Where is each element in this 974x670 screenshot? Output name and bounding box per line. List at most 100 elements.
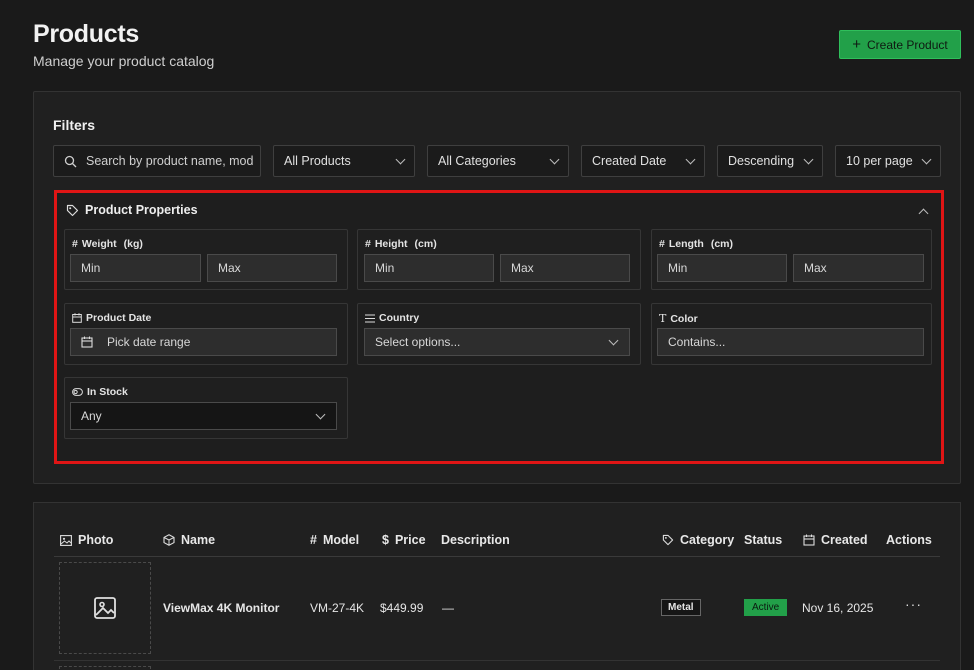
country-select[interactable]: Select options...	[364, 328, 630, 356]
calendar-icon	[81, 336, 93, 348]
sort-order-select[interactable]: Descending	[717, 145, 823, 177]
create-product-button[interactable]: + Create Product	[839, 30, 961, 59]
product-date-filter: Product Date Pick date range	[64, 303, 348, 365]
products-select[interactable]: All Products	[273, 145, 415, 177]
length-min-input[interactable]: Min	[657, 254, 787, 282]
chevron-down-icon	[921, 154, 932, 164]
weight-max-input[interactable]: Max	[207, 254, 337, 282]
image-icon	[60, 534, 72, 546]
column-name[interactable]: Name	[163, 533, 215, 547]
column-status-label: Status	[744, 533, 783, 547]
height-min-input[interactable]: Min	[364, 254, 494, 282]
sort-field-select[interactable]: Created Date	[581, 145, 705, 177]
column-price[interactable]: $ Price	[382, 533, 426, 547]
column-description[interactable]: Description	[441, 533, 510, 547]
toggle-icon	[72, 388, 83, 396]
product-photo-placeholder[interactable]	[59, 562, 151, 654]
plus-icon: +	[852, 36, 862, 53]
chevron-down-icon	[315, 409, 326, 419]
product-properties-title: Product Properties	[85, 203, 198, 217]
chevron-down-icon	[395, 154, 406, 164]
hash-icon: #	[659, 238, 665, 250]
filters-title: Filters	[53, 117, 96, 133]
product-name[interactable]: ViewMax 4K Monitor	[163, 601, 279, 615]
country-label-text: Country	[379, 312, 420, 324]
dollar-icon: $	[382, 533, 389, 547]
in-stock-value: Any	[81, 409, 102, 423]
per-page-value: 10 per page	[846, 154, 913, 168]
row-divider	[54, 660, 940, 661]
sort-order-value: Descending	[728, 154, 795, 168]
filters-panel: Filters Search by product name, mod All …	[33, 91, 961, 484]
product-created: Nov 16, 2025	[802, 601, 874, 615]
box-icon	[163, 534, 175, 546]
column-category-label: Category	[680, 533, 735, 547]
column-category[interactable]: Category	[662, 533, 734, 547]
calendar-icon	[803, 534, 815, 546]
sort-field-value: Created Date	[592, 154, 667, 168]
color-label-text: Color	[670, 312, 698, 325]
tag-icon	[662, 534, 674, 546]
chevron-up-icon[interactable]	[918, 208, 929, 219]
chevron-down-icon	[803, 154, 814, 164]
products-select-value: All Products	[284, 154, 351, 168]
product-date-label-text: Product Date	[86, 312, 152, 324]
weight-unit: (kg)	[123, 238, 143, 250]
more-actions-icon[interactable]: ···	[905, 596, 922, 612]
column-price-label: Price	[394, 533, 426, 547]
hash-icon: #	[72, 238, 78, 250]
column-name-label: Name	[181, 533, 216, 547]
country-filter: Country Select options...	[357, 303, 641, 365]
create-product-label: Create Product	[867, 37, 948, 52]
height-max-input[interactable]: Max	[500, 254, 630, 282]
color-label: T Color	[659, 312, 698, 325]
next-row-photo-placeholder[interactable]	[59, 666, 151, 670]
color-input[interactable]: Contains...	[657, 328, 924, 356]
height-label: # Height (cm)	[365, 238, 437, 250]
height-label-text: Height	[374, 238, 408, 250]
column-photo[interactable]: Photo	[60, 533, 113, 547]
hash-icon: #	[365, 238, 371, 250]
column-status[interactable]: Status	[744, 533, 782, 547]
weight-min-input[interactable]: Min	[70, 254, 201, 282]
search-icon	[64, 155, 77, 168]
length-label: # Length (cm)	[659, 238, 733, 250]
chevron-down-icon	[685, 154, 696, 164]
height-unit: (cm)	[414, 238, 437, 250]
page-subtitle: Manage your product catalog	[33, 53, 215, 69]
in-stock-select[interactable]: Any	[70, 402, 337, 430]
status-badge: Active	[744, 599, 788, 616]
weight-label-text: Weight	[81, 238, 117, 250]
country-label: Country	[365, 312, 419, 324]
column-model[interactable]: # Model	[310, 533, 359, 547]
length-filter: # Length (cm) Min Max	[651, 229, 932, 290]
categories-select-value: All Categories	[438, 154, 516, 168]
categories-select[interactable]: All Categories	[427, 145, 569, 177]
header-divider	[54, 556, 940, 557]
length-unit: (cm)	[710, 238, 734, 250]
date-range-picker[interactable]: Pick date range	[70, 328, 337, 356]
color-filter: T Color Contains...	[651, 303, 932, 365]
weight-filter: # Weight (kg) Min Max	[64, 229, 348, 290]
image-icon	[94, 597, 116, 619]
product-properties-section: Product Properties # Weight (kg) Min Max…	[54, 190, 944, 464]
column-created[interactable]: Created	[803, 533, 868, 547]
text-icon: T	[659, 312, 667, 325]
tag-icon	[66, 204, 79, 217]
in-stock-label: In Stock	[72, 386, 128, 398]
calendar-icon	[72, 313, 82, 323]
chevron-down-icon	[608, 335, 619, 345]
list-icon	[365, 314, 375, 323]
in-stock-label-text: In Stock	[87, 386, 128, 398]
length-max-input[interactable]: Max	[793, 254, 924, 282]
chevron-down-icon	[549, 154, 560, 164]
search-input[interactable]: Search by product name, mod	[53, 145, 261, 177]
height-filter: # Height (cm) Min Max	[357, 229, 641, 290]
column-model-label: Model	[322, 533, 360, 547]
product-properties-header[interactable]: Product Properties	[66, 203, 198, 217]
column-actions: Actions	[886, 533, 932, 547]
column-description-label: Description	[441, 533, 510, 547]
per-page-select[interactable]: 10 per page	[835, 145, 941, 177]
column-actions-label: Actions	[886, 533, 932, 547]
length-label-text: Length	[668, 238, 704, 250]
